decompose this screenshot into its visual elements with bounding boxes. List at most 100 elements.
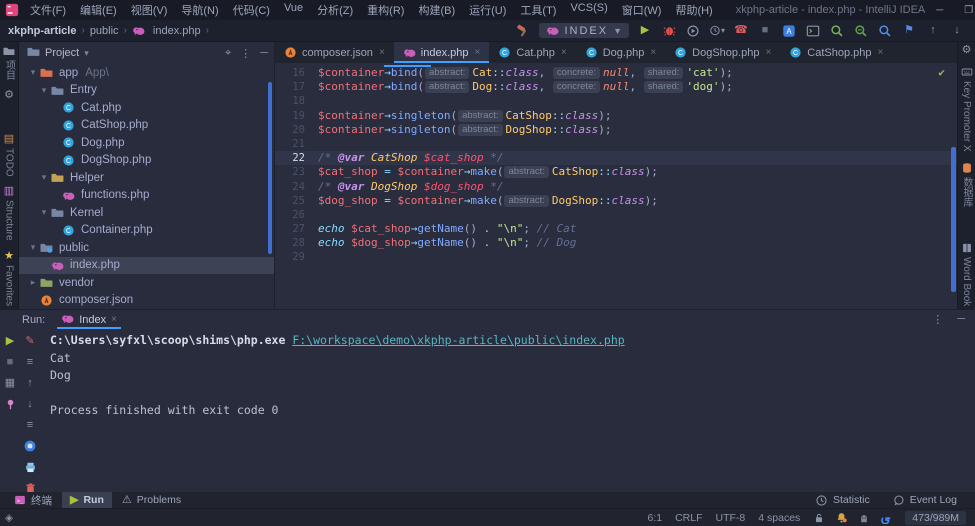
editor-tab-composer-json[interactable]: composer.json× [275,42,394,63]
search-blue-icon[interactable] [877,23,893,39]
Word Book-tool-button[interactable]: Word Book [961,242,973,306]
code-line-25[interactable]: 25$dog_shop = $container→make(abstract:D… [275,194,957,208]
menu-item[interactable]: 构建(B) [411,0,462,20]
bookmark-icon[interactable]: ⚑ [901,23,917,39]
chevron-right-icon[interactable]: ▸ [27,277,39,288]
breadcrumb-root[interactable]: xkphp-article [8,25,76,37]
arrow-up-icon[interactable]: ↑ [23,376,37,390]
inspections-check-icon[interactable]: ✔ [938,66,945,79]
editor-tab-dogshop-php[interactable]: CDogShop.php× [665,42,780,63]
close-tab-icon[interactable]: × [475,47,481,58]
editor-scrollbar[interactable] [951,147,956,292]
rerun-icon[interactable]: ▶ [3,334,17,348]
menu-item[interactable]: 运行(U) [462,0,513,20]
menu-item[interactable]: 工具(T) [513,0,563,20]
code-line-16[interactable]: 16$container→bind(abstract:Cat::class, c… [275,66,957,80]
play-icon[interactable]: ▶ [637,23,653,39]
down-icon[interactable]: ↓ [949,23,965,39]
google-icon[interactable] [880,512,892,524]
layers-icon[interactable]: ◈ [5,512,13,524]
code-editor[interactable]: 16$container→bind(abstract:Cat::class, c… [275,63,957,309]
indent-setting[interactable]: 4 spaces [758,512,800,524]
code-line-27[interactable]: 27echo $cat_shop→getName() . "\n"; // Ca… [275,222,957,236]
hide-panel-icon[interactable]: ─ [260,47,268,60]
more-options-icon[interactable]: ⋮ [932,313,943,326]
menu-item[interactable]: 窗口(W) [615,0,669,20]
editor-tab-dog-php[interactable]: CDog.php× [576,42,665,63]
editor-tab-cat-php[interactable]: CCat.php× [489,42,575,63]
Favorites-tool-button[interactable]: ★Favorites [4,251,15,306]
code-line-21[interactable]: 21 [275,137,957,151]
search-replace-icon[interactable] [853,23,869,39]
run-configuration-select[interactable]: INDEX▼ [539,23,629,38]
tree-item-vendor[interactable]: ▸vendor [19,274,274,292]
translate-icon[interactable]: A [781,23,797,39]
robot-icon[interactable] [858,512,870,524]
caret-position[interactable]: 6:1 [647,512,662,524]
termbox-icon[interactable] [805,23,821,39]
grid-icon[interactable]: ▦ [3,376,17,390]
menu-item[interactable]: Vue [277,0,310,20]
close-tab-icon[interactable]: × [765,47,771,58]
line-ending[interactable]: CRLF [675,512,702,524]
close-tab-icon[interactable]: × [650,47,656,58]
project-panel-title[interactable]: Project [45,47,79,59]
menu-item[interactable]: 重构(R) [360,0,411,20]
up-icon[interactable]: ↑ [925,23,941,39]
menu-item[interactable]: 文件(F) [23,0,73,20]
coverage-icon[interactable] [685,23,701,39]
tree-item-composer-json[interactable]: composer.json [19,292,274,310]
close-icon[interactable]: × [111,314,117,325]
hammer-icon[interactable] [515,23,531,39]
menu-item[interactable]: 视图(V) [124,0,175,20]
code-line-19[interactable]: 19$container→singleton(abstract:CatShop:… [275,109,957,123]
code-line-29[interactable]: 29 [275,250,957,264]
tree-item-dog-php[interactable]: CDog.php [19,134,274,152]
TODO-tool-button[interactable]: ▤TODO [4,134,15,177]
editor-tab-catshop-php[interactable]: CCatShop.php× [780,42,892,63]
lock-icon[interactable] [813,512,825,524]
code-line-26[interactable]: 26 [275,208,957,222]
tree-item-public[interactable]: ▾public [19,239,274,257]
profiler-icon[interactable]: ▾ [709,23,725,39]
tree-item-cat-php[interactable]: CCat.php [19,99,274,117]
menu-item[interactable]: 帮助(H) [668,0,719,20]
scrollend-icon[interactable] [23,439,37,453]
close-tab-icon[interactable]: × [379,47,385,58]
tree-item-dogshop-php[interactable]: CDogShop.php [19,152,274,170]
tree-item-index-php[interactable]: index.php [19,257,274,275]
chevron-down-icon[interactable]: ▾ [38,207,50,218]
breadcrumb-item[interactable]: index.php [132,24,201,37]
editor-tab-index-php[interactable]: index.php× [394,42,490,63]
run-console-output[interactable]: C:\Users\syfxl\scoop\shims\php.exe F:\wo… [40,329,975,495]
toolwindow-event-log[interactable]: Event Log [884,494,965,507]
code-line-22[interactable]: 22/* @var CatShop $cat_shop */ [275,151,957,165]
tree-item-entry[interactable]: ▾Entry [19,82,274,100]
tree-item-functions-php[interactable]: functions.php [19,187,274,205]
print-icon[interactable] [23,460,37,474]
maximize-button[interactable]: ❐ [954,0,975,20]
breadcrumb-item[interactable]: public [90,25,119,37]
chevron-down-icon[interactable]: ▾ [38,85,50,96]
wrap-icon[interactable]: ≡ [23,355,37,369]
chevron-down-icon[interactable]: ▾ [27,242,39,253]
code-line-17[interactable]: 17$container→bind(abstract:Dog::class, c… [275,80,957,94]
tree-item-container-php[interactable]: CContainer.php [19,222,274,240]
menu-item[interactable]: 编辑(E) [73,0,124,20]
close-tab-icon[interactable]: × [878,47,884,58]
console-file-link[interactable]: F:\workspace\demo\xkphp-article\public\i… [292,333,624,347]
bell-icon[interactable] [835,511,848,524]
menu-item[interactable]: VCS(S) [563,0,614,20]
chevron-down-icon[interactable]: ▾ [27,67,39,78]
project-scrollbar[interactable] [268,82,272,254]
code-line-23[interactable]: 23$cat_shop = $container→make(abstract:C… [275,165,957,179]
bug-icon[interactable] [661,23,677,39]
tree-item-kernel[interactable]: ▾Kernel [19,204,274,222]
pin-icon[interactable] [3,397,17,411]
tree-item-catshop-php[interactable]: CCatShop.php [19,117,274,135]
tool-tool-button[interactable]: ⚙ [962,45,972,56]
wrap-icon[interactable]: ≡ [23,418,37,432]
tool-tool-button[interactable]: ⚙ [4,90,14,101]
phone-icon[interactable]: ☎ [733,23,749,39]
toolwindow-problems[interactable]: ⚠Problems [114,492,189,508]
